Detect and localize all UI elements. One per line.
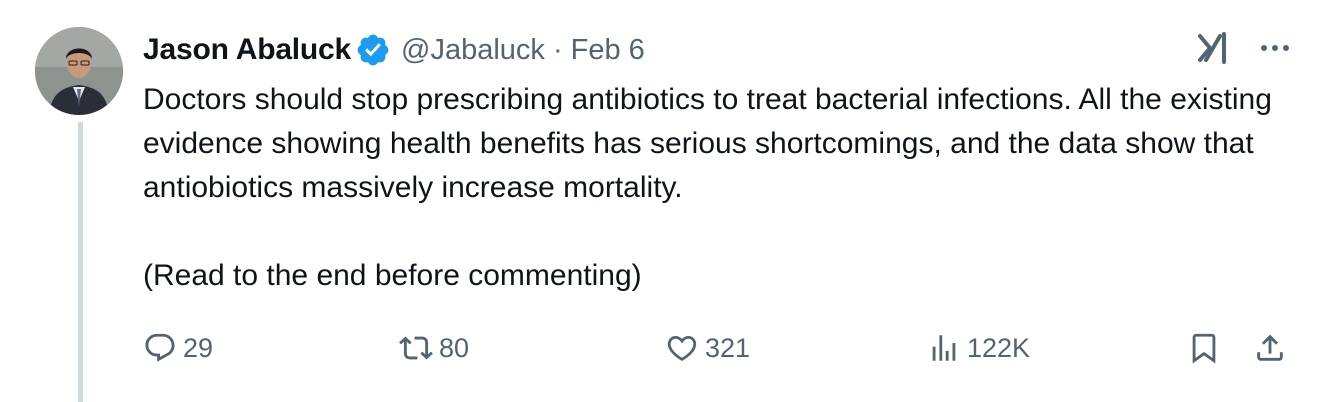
tweet-paragraph: Doctors should stop prescribing antibiot…	[143, 83, 1272, 204]
views-count: 122K	[967, 332, 1031, 363]
like-count: 321	[705, 332, 751, 363]
bookmark-button[interactable]	[1187, 326, 1221, 370]
author-handle[interactable]: @Jabaluck	[401, 34, 545, 67]
grok-icon[interactable]	[1196, 30, 1232, 71]
thread-line	[78, 122, 83, 402]
avatar[interactable]	[35, 27, 123, 115]
reply-icon	[143, 331, 177, 365]
reply-button[interactable]: 29	[143, 326, 213, 370]
repost-icon	[399, 331, 433, 365]
views-chart-icon	[927, 331, 961, 365]
more-icon[interactable]	[1258, 31, 1292, 70]
tweet-date[interactable]: Feb 6	[571, 34, 645, 67]
like-button[interactable]: 321	[665, 326, 750, 370]
reply-count: 29	[183, 332, 214, 363]
repost-button[interactable]: 80	[399, 326, 469, 370]
heart-icon	[665, 331, 699, 365]
separator-dot: ·	[552, 33, 563, 66]
share-icon	[1253, 331, 1287, 365]
repost-count: 80	[439, 332, 470, 363]
views-button[interactable]: 122K	[927, 326, 1030, 370]
bookmark-icon	[1187, 331, 1221, 365]
tweet-card[interactable]: Jason Abaluck @Jabaluck · Feb 6 Doctors …	[0, 0, 1328, 402]
author-name[interactable]: Jason Abaluck	[143, 33, 351, 67]
tweet-header: Jason Abaluck @Jabaluck · Feb 6	[143, 28, 645, 72]
tweet-text: Doctors should stop prescribing antibiot…	[143, 78, 1293, 298]
tweet-paragraph: (Read to the end before commenting)	[143, 259, 642, 292]
verified-badge-icon[interactable]	[355, 32, 391, 68]
top-right-controls	[1196, 28, 1292, 72]
action-bar: 29 80 321 122K	[143, 326, 1293, 370]
share-button[interactable]	[1253, 326, 1287, 370]
